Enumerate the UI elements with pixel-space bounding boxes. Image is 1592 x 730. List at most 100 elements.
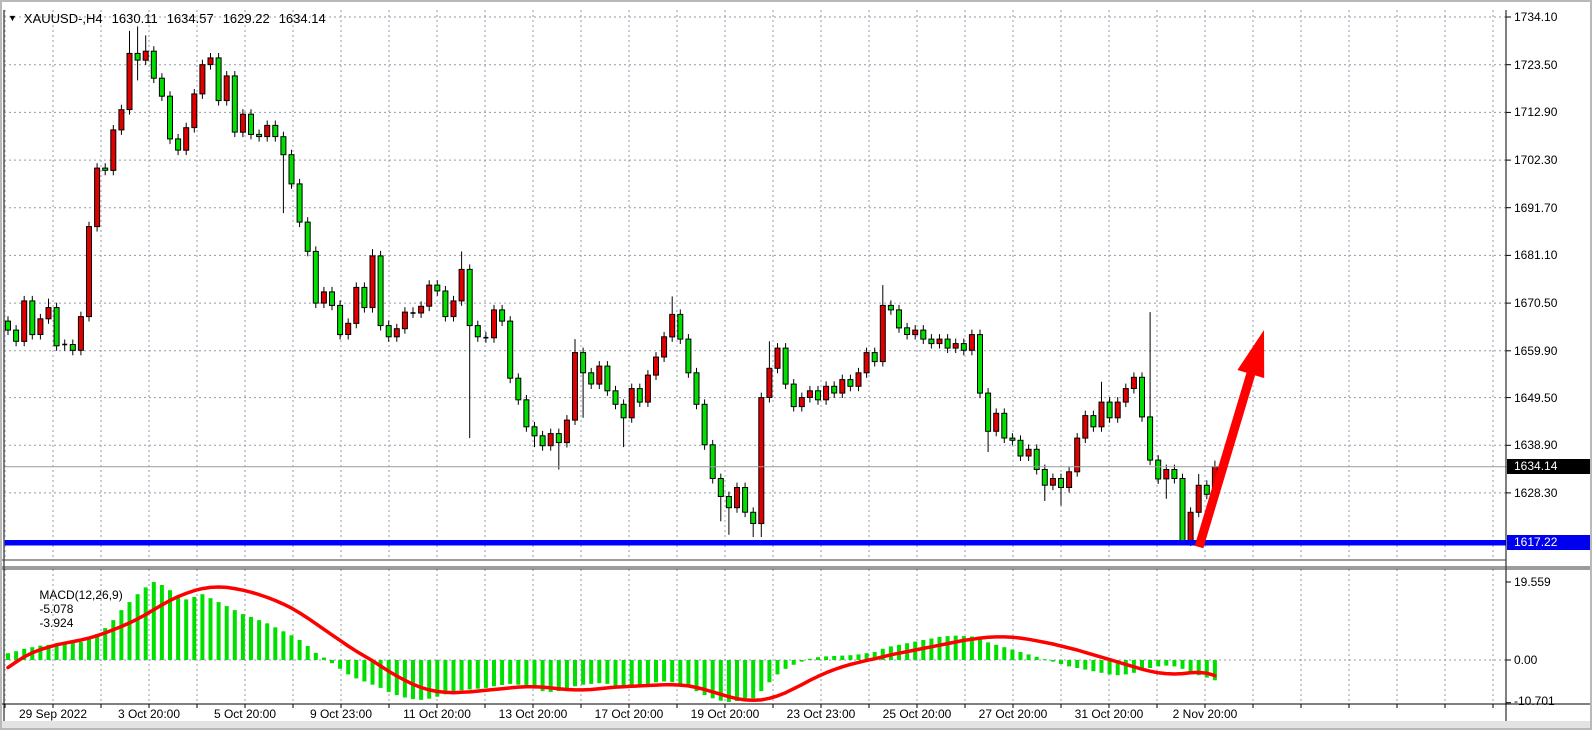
bottom-strip xyxy=(2,721,1590,728)
candle-body xyxy=(394,329,399,337)
candle-body xyxy=(22,301,27,342)
macd-histogram-bar xyxy=(1083,660,1087,670)
candle-body xyxy=(492,310,497,338)
candle-body xyxy=(378,256,383,326)
macd-histogram-bar xyxy=(1156,660,1160,666)
macd-histogram-bar xyxy=(759,660,763,691)
macd-histogram-bar xyxy=(314,653,318,660)
macd-signal-line xyxy=(8,587,1215,700)
candle-body xyxy=(135,53,140,60)
macd-histogram-bar xyxy=(524,660,528,686)
macd-histogram-bar xyxy=(1172,660,1176,666)
macd-histogram-bar xyxy=(1108,660,1112,674)
candle-body xyxy=(605,366,610,391)
macd-histogram-bar xyxy=(630,660,634,686)
candle-body xyxy=(232,76,237,132)
macd-histogram-bar xyxy=(533,660,537,689)
candle-body xyxy=(751,512,756,523)
candle-body xyxy=(330,292,335,306)
candle-body xyxy=(200,65,205,94)
candle-body xyxy=(1083,416,1088,439)
candle-body xyxy=(467,269,472,325)
macd-histogram-bar xyxy=(346,660,350,674)
candle-body xyxy=(370,256,375,308)
macd-histogram-bar xyxy=(840,656,844,660)
macd-histogram-bar xyxy=(978,639,982,660)
macd-histogram-bar xyxy=(1019,652,1023,660)
symbol-dropdown-icon[interactable]: ▼ xyxy=(8,13,17,23)
candle-body xyxy=(945,339,950,348)
candle-body xyxy=(6,321,11,330)
time-axis-label: 3 Oct 20:00 xyxy=(101,707,197,721)
macd-histogram-bar xyxy=(14,651,18,660)
price-axis-label: 1659.90 xyxy=(1514,344,1557,358)
candle-body xyxy=(816,391,821,400)
candle-body xyxy=(1172,470,1177,479)
macd-histogram-bar xyxy=(1181,660,1185,669)
macd-histogram-bar xyxy=(354,660,358,678)
candle-body xyxy=(1026,449,1031,456)
time-axis-label: 23 Oct 23:00 xyxy=(773,707,869,721)
candle-body xyxy=(30,301,35,335)
candle-body xyxy=(321,292,326,303)
arrow-shaft[interactable] xyxy=(1199,368,1253,547)
macd-histogram-bar xyxy=(281,631,285,660)
candle-body xyxy=(1131,377,1136,388)
candle-body xyxy=(119,110,124,130)
candle-body xyxy=(872,353,877,362)
candle-body xyxy=(143,51,148,60)
candle-body xyxy=(662,337,667,357)
macd-histogram-bar xyxy=(1035,657,1039,660)
candle-body xyxy=(1140,377,1145,417)
candle-body xyxy=(905,328,910,335)
time-axis-label: 11 Oct 20:00 xyxy=(389,707,485,721)
candle-body xyxy=(978,335,983,394)
macd-histogram-bar xyxy=(816,657,820,660)
candle-body xyxy=(70,345,75,351)
macd-indicator-label: MACD(12,26,9) -5.078 -3.924 xyxy=(26,574,126,644)
candle-body xyxy=(14,330,19,341)
macd-histogram-bar xyxy=(452,660,456,692)
macd-histogram-bar xyxy=(946,636,950,660)
time-axis-label: 19 Oct 20:00 xyxy=(677,707,773,721)
candle-body xyxy=(1123,389,1128,403)
candle-body xyxy=(1148,417,1153,460)
candle-body xyxy=(1091,416,1096,427)
candle-body xyxy=(840,380,845,394)
candle-body xyxy=(718,479,723,497)
candle-body xyxy=(305,222,310,251)
macd-histogram-bar xyxy=(265,623,269,660)
macd-histogram-bar xyxy=(152,582,156,660)
candle-body xyxy=(573,353,578,421)
macd-histogram-bar xyxy=(273,627,277,660)
candle-body xyxy=(921,330,926,339)
macd-histogram-bar xyxy=(638,660,642,686)
candle-body xyxy=(257,134,262,136)
candle-body xyxy=(759,398,764,524)
chart-window: ▼ XAUUSD-,H4 1630.11 1634.57 1629.22 163… xyxy=(0,0,1592,730)
candle-body xyxy=(613,391,618,405)
candle-body xyxy=(516,378,521,400)
chart-canvas[interactable] xyxy=(2,2,1592,730)
macd-histogram-bar xyxy=(929,639,933,661)
candle-body xyxy=(184,128,189,151)
candle-body xyxy=(678,314,683,339)
arrow-head-icon[interactable] xyxy=(1237,330,1264,378)
candle-body xyxy=(986,393,991,431)
candle-body xyxy=(1002,413,1007,438)
macd-histogram-bar xyxy=(857,654,861,660)
candle-body xyxy=(743,488,748,513)
candle-body xyxy=(799,398,804,407)
candle-body xyxy=(953,344,958,349)
candle-body xyxy=(281,137,286,155)
macd-histogram-bar xyxy=(1067,660,1071,666)
macd-histogram-bar xyxy=(241,614,245,660)
macd-histogram-bar xyxy=(330,660,334,663)
candle-body xyxy=(807,391,812,398)
macd-axis-label: 0.00 xyxy=(1514,653,1537,667)
candle-body xyxy=(621,404,626,418)
candle-body xyxy=(38,319,43,335)
candle-body xyxy=(1099,402,1104,427)
macd-histogram-bar xyxy=(192,597,196,660)
candle-body xyxy=(581,353,586,373)
